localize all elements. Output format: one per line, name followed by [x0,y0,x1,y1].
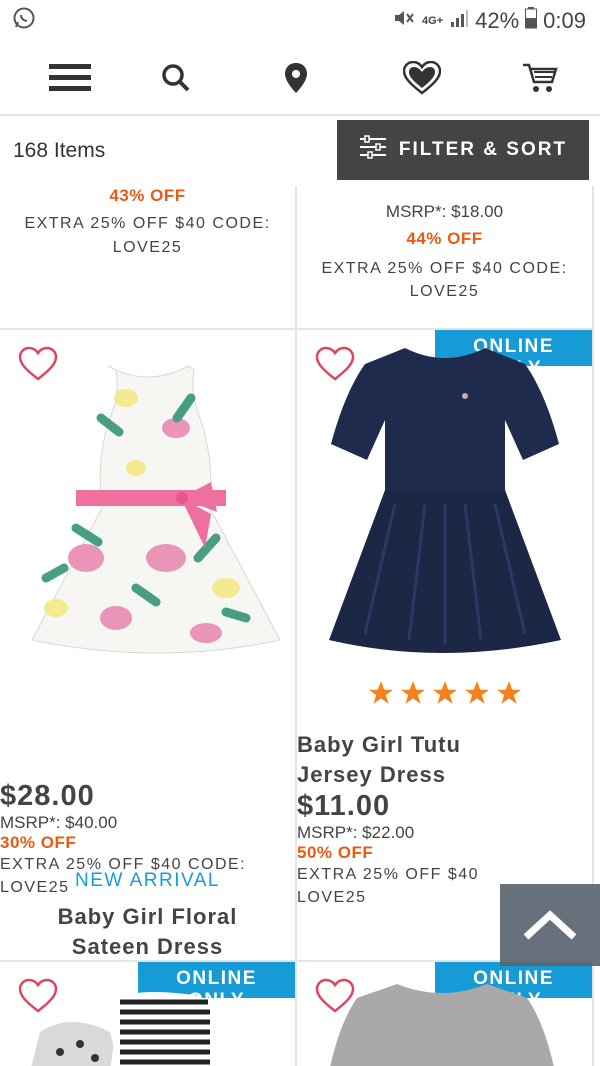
network-type: 4G+ [422,15,444,27]
menu-icon[interactable] [48,56,92,100]
filter-sort-button[interactable]: FILTER & SORT [337,120,589,180]
msrp-label: MSRP*: $40.00 [0,813,118,832]
cart-icon[interactable] [518,56,562,100]
star-icon [432,681,457,704]
product-image-floral-dress[interactable] [16,358,280,658]
product-image-tutu-dress[interactable] [325,344,565,660]
battery-icon [525,7,538,35]
rating-stars [297,680,592,706]
discount-label: 44% OFF [406,229,483,248]
signal-icon [449,8,469,34]
clock: 0:09 [543,8,586,33]
promo-line: EXTRA 25% OFF $40 CODE: [0,856,247,873]
product-name-line2[interactable]: Jersey Dress [297,760,592,790]
product-name[interactable]: Baby Girl Tutu [297,730,592,760]
results-toolbar: 168 Items FILTER & SORT [0,116,600,186]
filter-sort-label: FILTER & SORT [398,139,568,160]
product-card[interactable]: ONLINE ONLY [297,962,594,1066]
sliders-icon [359,135,387,165]
price: $28.00 [0,780,95,812]
product-image-gray-dress[interactable] [327,978,557,1066]
mute-icon [392,7,416,35]
location-icon[interactable] [274,56,318,100]
promo-code: LOVE25 [409,283,480,300]
search-icon[interactable] [154,56,198,100]
promo-line: EXTRA 25% OFF $40 CODE: [321,260,568,277]
status-bar: 4G+ 42% 0:09 [0,0,600,42]
scroll-to-top-button[interactable] [500,884,600,966]
msrp-label: MSRP*: $22.00 [297,823,415,842]
battery-percent: 42% [475,8,520,33]
star-icon [400,681,425,704]
whatsapp-icon [12,6,36,36]
price: $11.00 [297,790,391,822]
product-image-bodysuit-set[interactable] [20,992,220,1066]
star-icon [496,681,521,704]
chevron-up-icon [523,910,577,940]
promo-code: LOVE25 [0,879,70,896]
item-count: 168 Items [13,139,106,162]
top-nav [0,42,600,116]
promo-line: EXTRA 25% OFF $40 CODE: [24,215,271,232]
discount-label: 50% OFF [297,843,374,862]
discount-label: 43% OFF [109,186,186,205]
product-pricing: $28.00 MSRP*: $40.00 30% OFF EXTRA 25% O… [0,780,295,960]
wishlist-heart-icon[interactable] [400,56,444,100]
msrp-label: MSRP*: $18.00 [385,202,504,221]
product-card[interactable]: ONLINE ONLY [0,962,297,1066]
star-icon [464,681,489,704]
product-card[interactable]: MSRP*: $18.00 44% OFF EXTRA 25% OFF $40 … [297,186,594,330]
product-card[interactable]: 43% OFF EXTRA 25% OFF $40 CODE: LOVE25 [0,186,297,330]
star-icon [368,681,393,704]
promo-code: LOVE25 [112,239,183,256]
discount-label: 30% OFF [0,833,77,852]
promo-line: EXTRA 25% OFF $40 [297,866,480,883]
